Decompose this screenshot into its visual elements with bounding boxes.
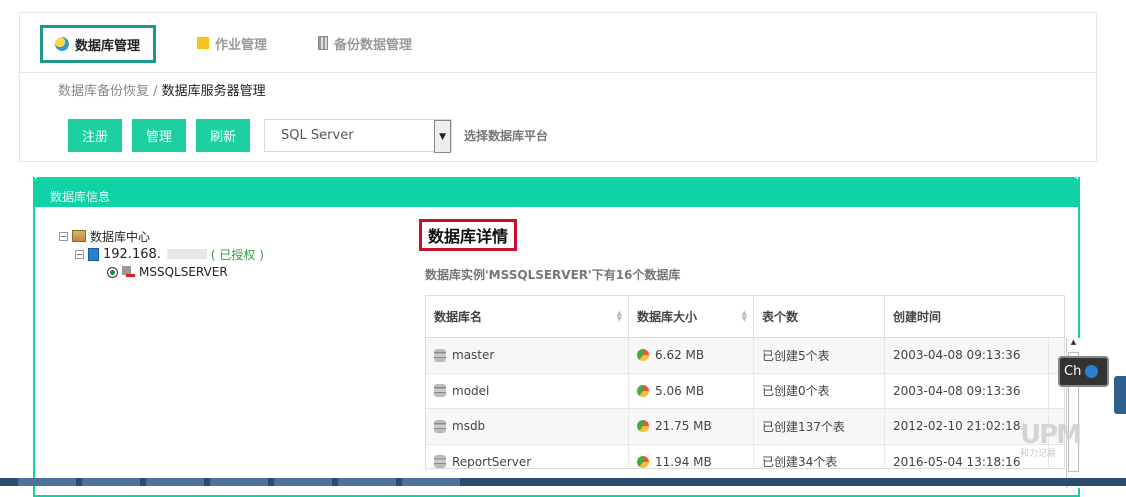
manage-button[interactable]: 管理 bbox=[132, 119, 187, 152]
taskbar bbox=[0, 478, 1126, 486]
platform-select[interactable]: SQL Server ▼ bbox=[264, 119, 453, 153]
size-icon bbox=[637, 455, 649, 468]
database-icon bbox=[55, 37, 69, 51]
table-row[interactable]: model 5.06 MB 已创建0个表 2003-04-08 09:13:36 bbox=[426, 373, 1064, 409]
tab-database-management[interactable]: 数据库管理 bbox=[40, 25, 156, 63]
tab-label: 数据库管理 bbox=[75, 38, 141, 54]
breadcrumb-parent[interactable]: 数据库备份恢复 / bbox=[58, 84, 158, 99]
column-header-size[interactable]: 数据库大小 ▲ ▼ bbox=[629, 296, 754, 337]
db-created: 2003-04-08 09:13:36 bbox=[893, 383, 1021, 398]
db-size: 11.94 MB bbox=[655, 454, 712, 468]
tab-job-management[interactable]: 作业管理 bbox=[185, 23, 279, 63]
tab-label: 备份数据管理 bbox=[334, 37, 413, 53]
db-tables: 已创建5个表 bbox=[762, 348, 830, 363]
db-name: ReportServer bbox=[452, 454, 532, 468]
collapse-icon[interactable]: − bbox=[75, 249, 84, 259]
table-row[interactable]: master 6.62 MB 已创建5个表 2003-04-08 09:13:3… bbox=[426, 338, 1064, 374]
backup-icon bbox=[318, 36, 328, 50]
server-icon bbox=[88, 247, 99, 261]
db-created: 2012-02-10 21:02:18 bbox=[893, 419, 1021, 434]
db-tables: 已创建34个表 bbox=[762, 455, 838, 468]
db-name: model bbox=[452, 383, 490, 398]
job-icon bbox=[197, 37, 209, 49]
taskbar-item[interactable] bbox=[210, 478, 268, 486]
instance-label: MSSQLSERVER bbox=[139, 265, 228, 279]
db-tables: 已创建0个表 bbox=[762, 384, 830, 399]
table-row[interactable]: ReportServer 11.94 MB 已创建34个表 2016-05-04… bbox=[426, 444, 1064, 468]
table-header: 数据库名 ▲ ▼ 数据库大小 ▲ ▼ 表个数 创建时间 bbox=[426, 296, 1064, 338]
detail-subtitle: 数据库实例'MSSQLSERVER'下有16个数据库 bbox=[425, 268, 681, 282]
database-icon bbox=[434, 384, 446, 398]
taskbar-item[interactable] bbox=[82, 478, 140, 486]
server-status: ( 已授权 ) bbox=[210, 247, 264, 262]
db-created: 2016-05-04 13:18:16 bbox=[893, 454, 1021, 468]
db-created: 2003-04-08 09:13:36 bbox=[893, 348, 1021, 363]
column-header-tables[interactable]: 表个数 bbox=[754, 296, 885, 337]
database-icon bbox=[434, 348, 446, 362]
taskbar-item[interactable] bbox=[18, 478, 76, 486]
database-info-panel: 数据库信息 − 数据库中心 − 192.168. ( 已授权 ) MSSQLSE… bbox=[33, 177, 1080, 497]
size-icon bbox=[637, 420, 649, 433]
database-table: 数据库名 ▲ ▼ 数据库大小 ▲ ▼ 表个数 创建时间 master 6.62 MB 已… bbox=[425, 295, 1080, 488]
database-center-icon bbox=[72, 230, 86, 242]
tree-node-instance[interactable]: MSSQLSERVER bbox=[59, 263, 264, 281]
tab-label: 作业管理 bbox=[215, 37, 268, 53]
refresh-button[interactable]: 刷新 bbox=[196, 119, 251, 152]
database-icon bbox=[434, 419, 446, 433]
ime-label: Ch bbox=[1064, 364, 1082, 379]
database-icon bbox=[434, 455, 446, 468]
tree-root-label: 数据库中心 bbox=[90, 229, 151, 244]
size-icon bbox=[637, 384, 649, 397]
db-size: 5.06 MB bbox=[655, 383, 705, 398]
register-button[interactable]: 注册 bbox=[68, 119, 123, 152]
selected-radio-icon[interactable] bbox=[107, 266, 118, 278]
tree-node-root[interactable]: − 数据库中心 bbox=[59, 227, 264, 245]
db-size: 21.75 MB bbox=[655, 419, 712, 434]
column-header-name[interactable]: 数据库名 ▲ ▼ bbox=[426, 296, 629, 337]
tab-backup-data-management[interactable]: 备份数据管理 bbox=[306, 23, 424, 63]
size-icon bbox=[637, 349, 649, 362]
server-tree: − 数据库中心 − 192.168. ( 已授权 ) MSSQLSERVER bbox=[59, 227, 264, 281]
detail-title: 数据库详情 bbox=[419, 219, 518, 251]
db-size: 6.62 MB bbox=[655, 348, 705, 363]
tree-node-server[interactable]: − 192.168. ( 已授权 ) bbox=[59, 245, 264, 263]
breadcrumb: 数据库备份恢复 / 数据库服务器管理 bbox=[58, 80, 266, 99]
redacted-ip bbox=[166, 249, 207, 259]
taskbar-item[interactable] bbox=[338, 478, 396, 486]
platform-hint: 选择数据库平台 bbox=[464, 129, 549, 143]
top-card: 数据库管理 作业管理 备份数据管理 数据库备份恢复 / 数据库服务器管理 注册 … bbox=[19, 12, 1097, 162]
breadcrumb-current: 数据库服务器管理 bbox=[161, 84, 266, 99]
taskbar-item[interactable] bbox=[402, 478, 460, 486]
db-tables: 已创建137个表 bbox=[762, 419, 845, 434]
platform-select-value: SQL Server bbox=[281, 128, 354, 143]
column-header-created[interactable]: 创建时间 bbox=[885, 296, 1049, 337]
instance-icon bbox=[122, 266, 135, 278]
tab-bar: 数据库管理 作业管理 备份数据管理 bbox=[20, 23, 1096, 73]
table-row[interactable]: msdb 21.75 MB 已创建137个表 2012-02-10 21:02:… bbox=[426, 409, 1064, 445]
microphone-icon[interactable] bbox=[1085, 365, 1099, 378]
taskbar-item[interactable] bbox=[274, 478, 332, 486]
db-name: master bbox=[452, 348, 495, 363]
db-name: msdb bbox=[452, 419, 486, 434]
scroll-up-icon[interactable]: ▲ bbox=[1067, 338, 1080, 350]
chevron-down-icon[interactable]: ▼ bbox=[434, 120, 452, 153]
sort-icon[interactable]: ▲ ▼ bbox=[617, 310, 622, 323]
watermark-logo: UPM 和力记易 bbox=[1020, 420, 1120, 466]
taskbar-item[interactable] bbox=[146, 478, 204, 486]
collapse-icon[interactable]: − bbox=[59, 231, 68, 241]
panel-title: 数据库信息 bbox=[35, 177, 1078, 207]
ime-indicator[interactable]: Ch bbox=[1058, 356, 1109, 387]
toolbar: 注册 管理 刷新 SQL Server ▼ 选择数据库平台 bbox=[68, 119, 549, 153]
server-ip: 192.168. bbox=[103, 246, 161, 262]
ime-side-tab[interactable] bbox=[1114, 376, 1126, 414]
sort-icon[interactable]: ▲ ▼ bbox=[742, 310, 747, 323]
table-body: master 6.62 MB 已创建5个表 2003-04-08 09:13:3… bbox=[426, 338, 1064, 468]
